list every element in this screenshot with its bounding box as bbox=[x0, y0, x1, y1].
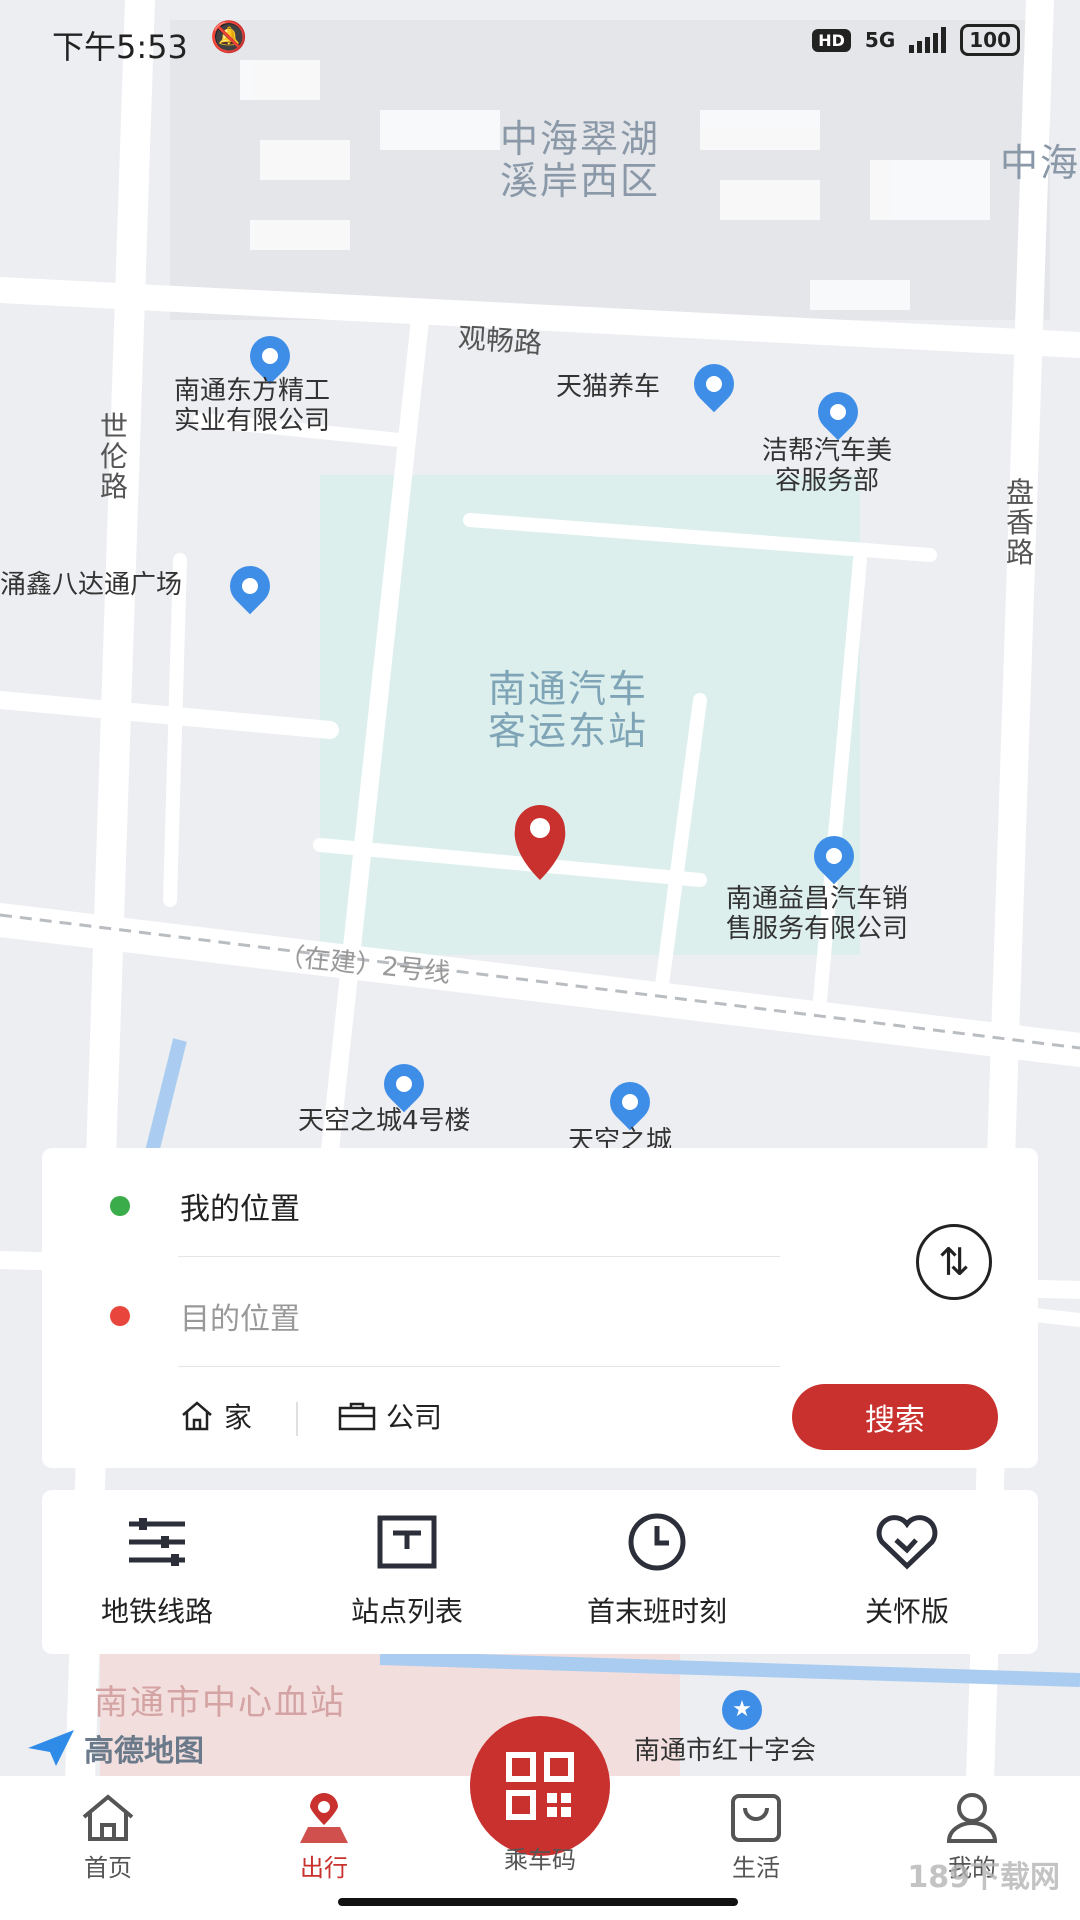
feature-label: 地铁线路 bbox=[100, 1595, 213, 1628]
mute-bell-icon: 🔕 bbox=[210, 20, 248, 55]
amap-label: 高德地图 bbox=[84, 1734, 204, 1769]
ride-qr-button[interactable] bbox=[470, 1716, 610, 1856]
watermark: 189下载网 bbox=[907, 1860, 1060, 1895]
company-shortcut[interactable]: 公司 bbox=[338, 1396, 442, 1436]
tab-label-qr: 乘车码 bbox=[504, 1846, 576, 1874]
tab-label: 出行 bbox=[300, 1854, 348, 1882]
sliders-icon bbox=[129, 1518, 185, 1566]
divider bbox=[178, 1256, 780, 1257]
map-label-redcross: 南通市红十字会 bbox=[634, 1736, 817, 1766]
status-bar: 下午5:53 🔕 HD 5G 100 bbox=[0, 0, 1080, 90]
feature-menu: 地铁线路 站点列表 首末班时刻 关怀版 bbox=[42, 1490, 1038, 1654]
house-icon bbox=[82, 1794, 134, 1841]
network-type: 5G bbox=[864, 28, 896, 52]
map-label-guanchang-road: 观畅路 bbox=[456, 321, 544, 360]
heart-icon bbox=[876, 1515, 938, 1570]
map-label-blood-center: 南通市中心血站 bbox=[94, 1683, 346, 1723]
signal-icon bbox=[909, 27, 947, 53]
user-icon bbox=[946, 1793, 998, 1843]
status-time: 下午5:53 bbox=[52, 28, 188, 66]
search-button[interactable]: 搜索 bbox=[792, 1384, 998, 1450]
station-list-icon bbox=[377, 1515, 437, 1569]
swap-direction-button[interactable]: ⇅ bbox=[916, 1224, 992, 1300]
feature-label: 关怀版 bbox=[864, 1595, 949, 1628]
map-label-panxiang-road: 盘 香 路 bbox=[1006, 476, 1035, 569]
qr-code-icon bbox=[506, 1752, 574, 1820]
divider bbox=[296, 1402, 298, 1436]
map-label-yichang: 南通益昌汽车销 售服务有限公司 bbox=[726, 884, 909, 944]
map-label-zhonghai: 中海翠湖 溪岸西区 bbox=[500, 117, 661, 203]
swap-arrows-icon: ⇅ bbox=[938, 1240, 970, 1284]
origin-input[interactable]: 我的位置 bbox=[180, 1184, 300, 1228]
hd-badge: HD bbox=[812, 28, 851, 52]
origin-dot bbox=[110, 1196, 130, 1216]
briefcase-icon bbox=[338, 1402, 376, 1431]
tab-travel[interactable]: 出行 bbox=[264, 1790, 384, 1883]
shopping-bag-icon bbox=[731, 1794, 781, 1842]
map-label-zhonghai-edge: 中海 bbox=[1000, 141, 1080, 185]
map-label-station: 南通汽车 客运东站 bbox=[488, 667, 649, 753]
star-pin-icon: ★ bbox=[722, 1690, 762, 1730]
metro-lines-button[interactable]: 地铁线路 bbox=[42, 1512, 272, 1630]
map-label-tianmao: 天猫养车 bbox=[556, 372, 661, 402]
home-label: 家 bbox=[224, 1401, 253, 1434]
location-pin-icon bbox=[300, 1793, 348, 1843]
feature-label: 首末班时刻 bbox=[586, 1595, 727, 1628]
map-label-yongxin: 涌鑫八达通广场 bbox=[0, 570, 183, 600]
route-search-card: 我的位置 目的位置 ⇅ 家 公司 搜索 bbox=[42, 1148, 1038, 1468]
timetable-button[interactable]: 首末班时刻 bbox=[542, 1512, 772, 1630]
amap-logo: 高德地图 bbox=[26, 1726, 204, 1770]
feature-label: 站点列表 bbox=[350, 1595, 463, 1628]
clock-icon bbox=[628, 1513, 686, 1571]
map-label-shilun-road: 世 伦 路 bbox=[100, 410, 129, 503]
destination-input[interactable]: 目的位置 bbox=[180, 1294, 300, 1338]
tab-life[interactable]: 生活 bbox=[696, 1790, 816, 1883]
tab-home[interactable]: 首页 bbox=[48, 1790, 168, 1883]
home-indicator[interactable] bbox=[338, 1898, 738, 1906]
company-label: 公司 bbox=[386, 1401, 443, 1434]
amap-arrow-icon bbox=[28, 1730, 74, 1766]
battery-icon: 100 bbox=[960, 24, 1020, 56]
map-label-jiebang: 洁帮汽车美 容服务部 bbox=[762, 436, 893, 496]
station-list-button[interactable]: 站点列表 bbox=[292, 1512, 522, 1630]
divider bbox=[178, 1366, 780, 1367]
destination-dot bbox=[110, 1306, 130, 1326]
care-mode-button[interactable]: 关怀版 bbox=[792, 1512, 1022, 1630]
tab-label: 首页 bbox=[84, 1854, 132, 1882]
map-label-dongfang: 南通东方精工 实业有限公司 bbox=[174, 376, 331, 436]
house-icon bbox=[182, 1401, 212, 1431]
home-shortcut[interactable]: 家 bbox=[180, 1396, 252, 1436]
map-label-tiankong4: 天空之城4号楼 bbox=[298, 1106, 471, 1136]
tab-label: 生活 bbox=[732, 1854, 780, 1882]
